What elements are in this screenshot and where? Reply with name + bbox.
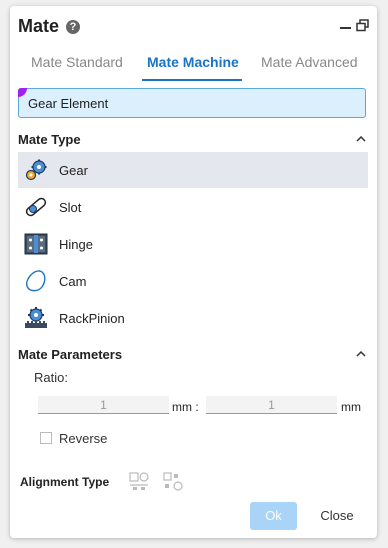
mate-type-title: Mate Type (18, 132, 81, 147)
align-anti-aligned-icon[interactable] (162, 471, 184, 491)
close-button[interactable]: Close (310, 502, 364, 530)
panel-header: Mate ? (18, 16, 369, 40)
alignment-type-label: Alignment Type (20, 475, 110, 489)
reverse-label: Reverse (59, 431, 108, 446)
rack-pinion-icon (25, 307, 47, 328)
mate-item-slot[interactable]: Slot (18, 189, 368, 225)
chevron-up-icon[interactable] (355, 348, 367, 360)
ratio-right-input[interactable] (206, 396, 337, 414)
chevron-up-icon[interactable] (355, 133, 367, 145)
ratio-right-unit: mm (341, 400, 361, 414)
mate-parameters-title: Mate Parameters (18, 347, 123, 362)
selection-label: Gear Element (28, 96, 109, 111)
mate-item-rackpinion[interactable]: RackPinion (18, 300, 368, 336)
ratio-left-input[interactable] (38, 396, 169, 414)
hinge-icon (24, 233, 48, 255)
mate-item-label: Slot (59, 200, 82, 215)
mate-item-cam[interactable]: Cam (18, 263, 368, 299)
mate-item-label: Cam (59, 274, 87, 289)
selection-color-marker (18, 88, 27, 97)
slot-icon (25, 197, 47, 217)
mate-item-label: RackPinion (59, 311, 125, 326)
mate-item-label: Hinge (59, 237, 93, 252)
help-icon[interactable]: ? (66, 20, 80, 34)
mate-item-gear[interactable]: Gear (18, 152, 368, 188)
mate-item-hinge[interactable]: Hinge (18, 226, 368, 262)
tab-bar: Mate Standard Mate Machine Mate Advanced (10, 54, 377, 84)
reverse-checkbox[interactable] (40, 432, 52, 444)
cam-icon (26, 270, 46, 292)
minimize-icon[interactable] (340, 27, 351, 29)
ok-button[interactable]: Ok (250, 502, 297, 530)
ratio-label: Ratio: (34, 370, 68, 385)
selection-field[interactable]: Gear Element (18, 88, 366, 118)
align-aligned-icon[interactable] (128, 471, 150, 491)
restore-icon[interactable] (356, 19, 369, 32)
panel-title: Mate (18, 16, 60, 36)
active-tab-indicator (142, 79, 242, 81)
ratio-left-unit: mm : (172, 400, 199, 414)
tab-mate-machine[interactable]: Mate Machine (147, 54, 239, 70)
tab-mate-advanced[interactable]: Mate Advanced (261, 54, 358, 70)
tab-mate-standard[interactable]: Mate Standard (31, 54, 123, 70)
gear-icon (25, 159, 47, 181)
mate-panel: Mate ? Mate Standard Mate Machine Mate A… (10, 6, 377, 538)
mate-item-label: Gear (59, 163, 88, 178)
